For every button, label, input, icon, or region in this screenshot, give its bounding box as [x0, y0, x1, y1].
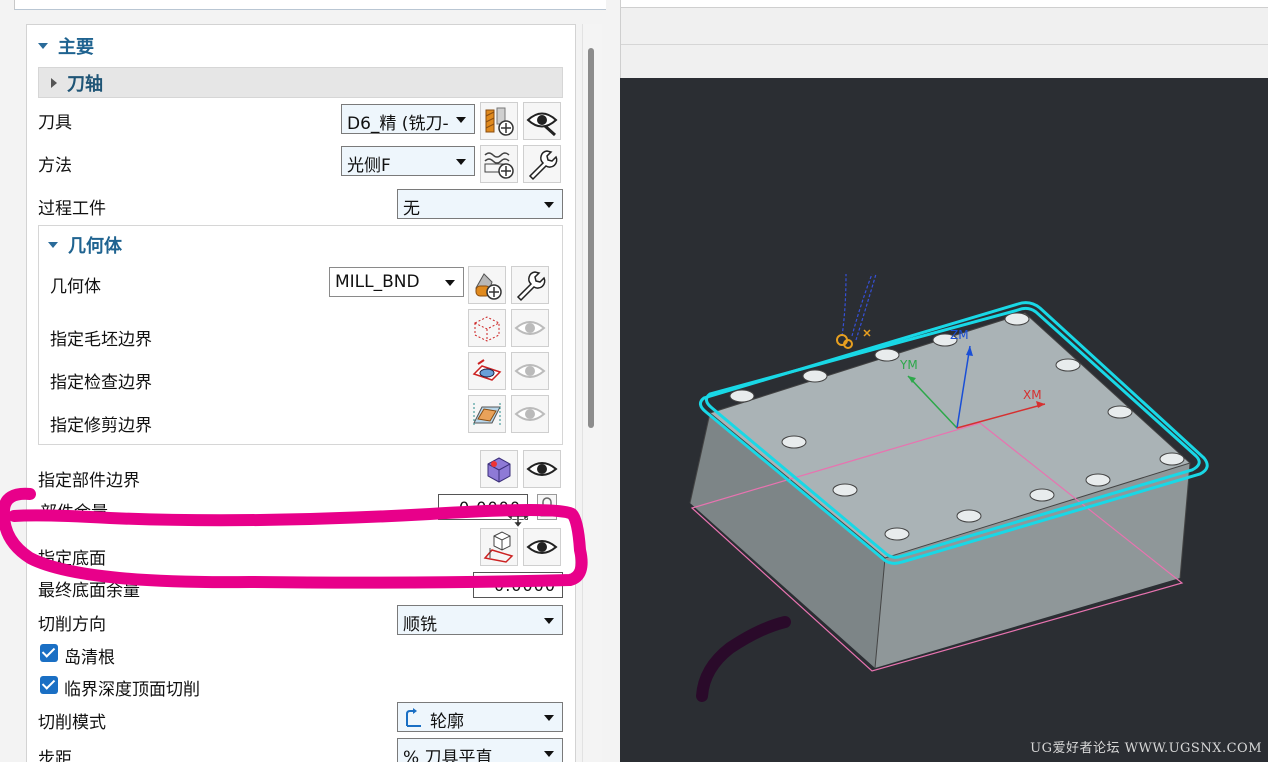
operation-dialog: 主要 刀轴 刀具 D6_精 (铣刀- 方法 光侧F 过程工件 无 几何体 几何体…	[0, 0, 620, 762]
cut-direction-label: 切削方向	[38, 615, 106, 635]
check-boundary-label: 指定检查边界	[50, 373, 152, 393]
ipw-select-value: 无	[403, 199, 420, 219]
cut-direction-select[interactable]: 顺铣	[397, 605, 563, 635]
axis-zm-label: ZM	[950, 328, 969, 342]
display-check-boundary-button[interactable]	[511, 352, 549, 390]
collapse-triangle-icon	[48, 242, 58, 248]
display-trim-boundary-button[interactable]	[511, 395, 549, 433]
chevron-down-icon	[544, 202, 554, 208]
ipw-select[interactable]: 无	[397, 189, 563, 219]
tool-axis-title: 刀轴	[67, 73, 103, 95]
new-tool-button[interactable]	[480, 102, 518, 140]
display-part-boundary-button[interactable]	[523, 450, 561, 488]
edit-geometry-button[interactable]	[511, 266, 549, 304]
tool-select[interactable]: D6_精 (铣刀-	[341, 104, 475, 134]
new-method-icon	[484, 152, 514, 179]
geometry-group-title: 几何体	[68, 236, 122, 257]
select-floor-button[interactable]	[480, 528, 518, 566]
cut-pattern-select[interactable]: 轮廓	[397, 702, 563, 732]
stepover-label: 步距	[38, 749, 72, 762]
cut-pattern-label: 切削模式	[38, 713, 106, 733]
profile-pattern-icon	[406, 708, 421, 727]
axis-ym-label: YM	[900, 358, 918, 372]
floor-label: 指定底面	[38, 549, 106, 569]
display-tool-button[interactable]	[523, 102, 561, 140]
stepover-select-value: % 刀具平直	[403, 748, 493, 762]
part-stock-label: 部件余量	[40, 503, 108, 523]
chevron-down-icon	[544, 715, 554, 721]
chevron-down-icon	[456, 117, 466, 123]
new-method-button[interactable]	[480, 145, 518, 183]
part-stock-lock-button[interactable]	[537, 494, 557, 520]
cut-direction-select-value: 顺铣	[403, 615, 437, 635]
select-check-boundary-button[interactable]	[468, 352, 506, 390]
move-cursor-icon	[506, 504, 530, 528]
wrench-icon	[516, 271, 546, 302]
eye-icon	[514, 364, 546, 378]
trim-boundary-label: 指定修剪边界	[50, 416, 152, 436]
graphics-viewport[interactable]: YM ZM XM UG爱好者论坛 WWW.UGSNX.COM	[620, 78, 1268, 762]
select-blank-boundary-button[interactable]	[468, 309, 506, 347]
annotation-stroke	[696, 616, 791, 702]
geometry-select[interactable]: MILL_BND	[329, 267, 464, 297]
eye-icon	[526, 540, 558, 554]
critical-depth-label: 临界深度顶面切削	[64, 680, 200, 700]
cut-pattern-select-value: 轮廓	[430, 712, 464, 732]
blank-boundary-label: 指定毛坯边界	[50, 330, 152, 350]
final-floor-stock-field[interactable]: 0.0000	[473, 572, 563, 598]
display-blank-boundary-button[interactable]	[511, 309, 549, 347]
tool-axis-group-header[interactable]: 刀轴	[38, 67, 563, 98]
ipw-label: 过程工件	[38, 199, 106, 219]
floor-plane-icon	[483, 531, 514, 563]
eye-wrench-icon	[526, 112, 558, 137]
chevron-down-icon	[544, 751, 554, 757]
tab-strip	[621, 0, 1268, 8]
main-section-header[interactable]: 主要	[38, 33, 94, 59]
main-section-title: 主要	[58, 37, 94, 58]
expand-triangle-icon	[51, 77, 57, 88]
part-boundary-icon	[487, 457, 511, 483]
lock-icon	[540, 497, 554, 517]
dialog-scrollbar[interactable]	[582, 24, 602, 762]
new-tool-icon	[485, 107, 514, 136]
blank-boundary-icon	[473, 316, 501, 342]
method-label: 方法	[38, 156, 72, 176]
method-select[interactable]: 光侧F	[341, 146, 475, 176]
chevron-down-icon	[456, 159, 466, 165]
toolbar-divider	[621, 44, 1268, 45]
tool-select-value: D6_精 (铣刀-	[347, 114, 449, 134]
collapse-triangle-icon	[38, 43, 48, 49]
chevron-down-icon	[445, 280, 455, 286]
geometry-select-value: MILL_BND	[335, 272, 420, 292]
watermark-text: UG爱好者论坛 WWW.UGSNX.COM	[1030, 741, 1262, 756]
island-cleanup-checkbox[interactable]	[40, 644, 58, 662]
geometry-label: 几何体	[50, 277, 101, 297]
stepover-select[interactable]: % 刀具平直	[397, 738, 563, 762]
eye-icon	[526, 462, 558, 476]
island-cleanup-label: 岛清根	[64, 648, 115, 668]
part-boundary-label: 指定部件边界	[38, 471, 140, 491]
chevron-down-icon	[544, 618, 554, 624]
tool-label: 刀具	[38, 113, 72, 133]
eye-icon	[514, 321, 546, 335]
wrench-icon	[528, 150, 558, 181]
select-part-boundary-button[interactable]	[480, 450, 518, 488]
scrollbar-thumb[interactable]	[588, 48, 594, 428]
right-toolbar-area	[620, 0, 1268, 78]
dialog-top-strip	[14, 0, 606, 10]
eye-icon	[514, 407, 546, 421]
display-floor-button[interactable]	[523, 528, 561, 566]
edit-method-button[interactable]	[523, 145, 561, 183]
select-trim-boundary-button[interactable]	[468, 395, 506, 433]
check-boundary-icon	[472, 359, 502, 381]
new-geometry-button[interactable]	[468, 266, 506, 304]
critical-depth-checkbox[interactable]	[40, 676, 58, 694]
method-select-value: 光侧F	[347, 156, 391, 176]
geometry-group-header[interactable]: 几何体	[48, 232, 122, 258]
new-geometry-icon	[475, 273, 502, 300]
final-floor-stock-label: 最终底面余量	[38, 581, 140, 601]
axis-xm-label: XM	[1023, 388, 1042, 402]
trim-boundary-icon	[473, 403, 501, 427]
